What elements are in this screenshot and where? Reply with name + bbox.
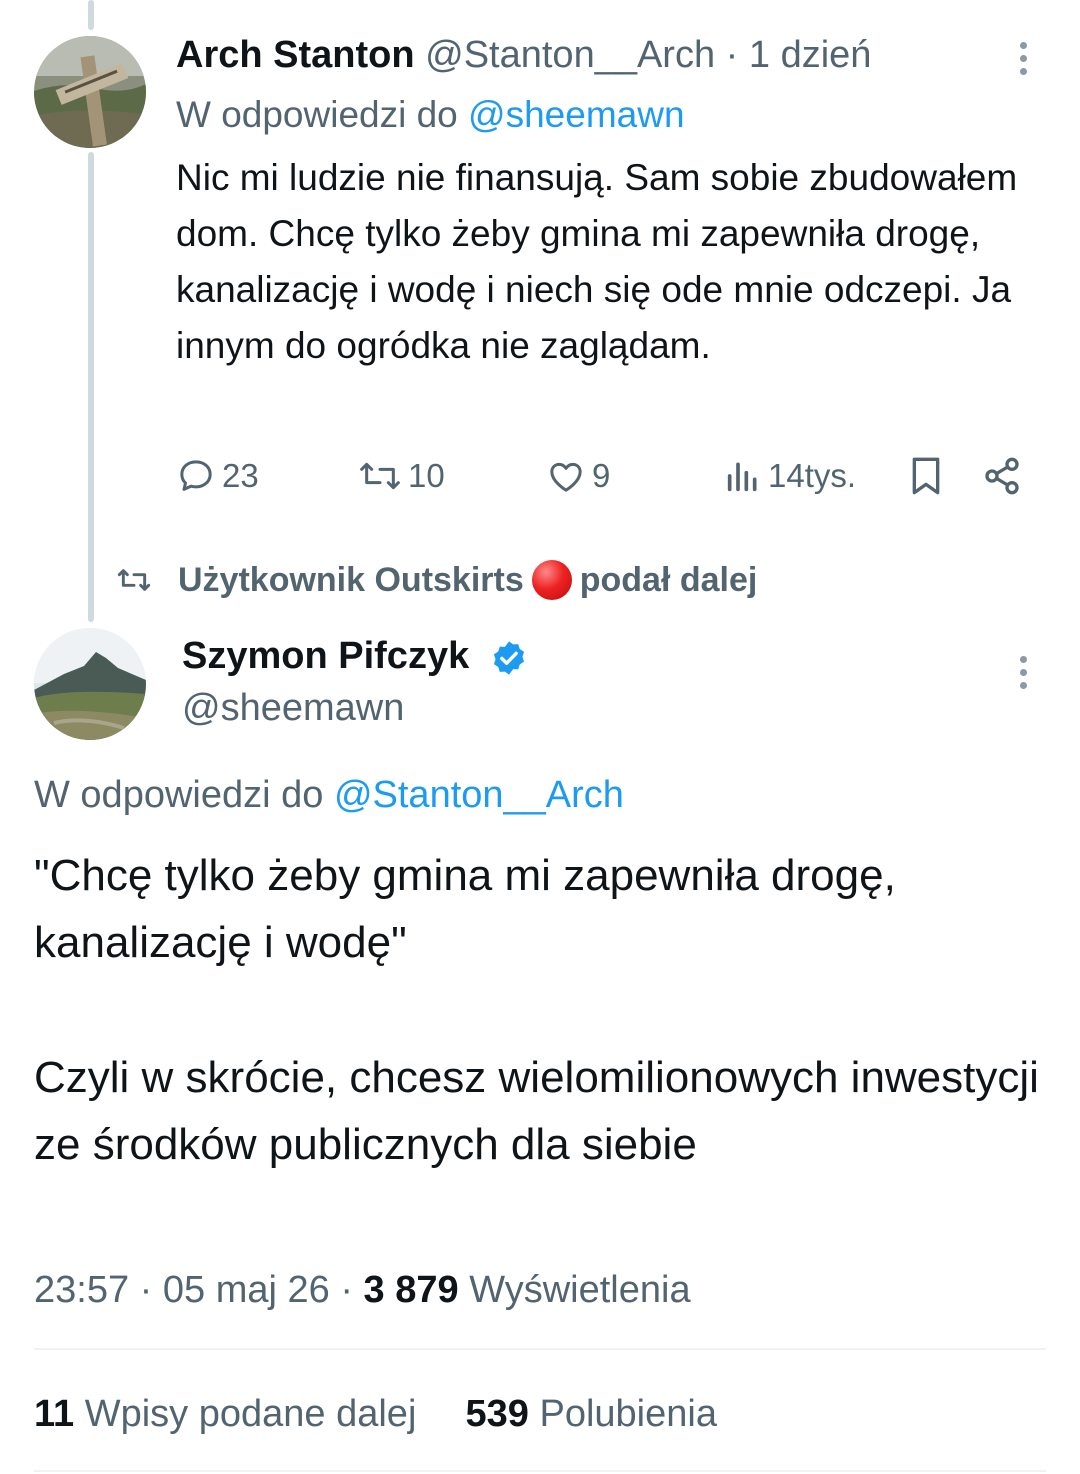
more-icon[interactable] xyxy=(1020,42,1028,81)
reposts-stat[interactable]: 11 Wpisy podane dalej xyxy=(34,1393,427,1435)
reply-prefix: W odpowiedzi do xyxy=(34,774,324,816)
bookmark-icon xyxy=(912,457,940,495)
views-icon xyxy=(727,462,757,492)
share-icon xyxy=(985,457,1019,495)
like-button[interactable]: 9 xyxy=(546,456,610,496)
repost-button[interactable]: 10 xyxy=(358,456,445,496)
author-handle[interactable]: @sheemawn xyxy=(182,682,404,734)
like-count: 9 xyxy=(592,457,611,494)
reply-to-link[interactable]: @Stanton__Arch xyxy=(334,774,624,816)
likes-count: 539 xyxy=(465,1393,529,1435)
thread-line-top xyxy=(88,0,94,30)
reply-icon xyxy=(180,460,212,491)
reply-context: W odpowiedzi do @Stanton__Arch xyxy=(34,770,624,820)
tweet-meta: 23:57 · 05 maj 26 · 3 879 Wyświetlenia xyxy=(34,1264,691,1316)
engagement-stats: 11 Wpisy podane dalej 539 Polubienia xyxy=(34,1388,717,1440)
verified-badge-icon xyxy=(493,641,524,675)
reposts-count: 11 xyxy=(34,1393,75,1435)
reply-count: 23 xyxy=(222,457,259,494)
likes-stat[interactable]: 539 Polubienia xyxy=(466,1393,717,1435)
action-bar: 23 10 9 14tys. xyxy=(176,452,1036,502)
repost-icon xyxy=(360,462,400,490)
reposts-label: Wpisy podane dalej xyxy=(84,1393,417,1435)
repost-suffix: podał dalej xyxy=(579,560,758,599)
reply-context: W odpowiedzi do @sheemawn xyxy=(176,90,685,140)
tweet-date[interactable]: 05 maj 26 xyxy=(163,1269,330,1311)
more-icon[interactable] xyxy=(1020,656,1028,695)
views-count: 3 879 xyxy=(363,1269,459,1311)
thread-line xyxy=(88,152,94,622)
tweet-header: Arch Stanton @Stanton__Arch · 1 dzień xyxy=(176,30,871,80)
repost-icon xyxy=(117,569,151,591)
separator-dot: · xyxy=(340,1269,353,1311)
views-count: 14tys. xyxy=(768,457,857,494)
tweet-text-paragraph-1: "Chcę tylko żeby gmina mi zapewniła drog… xyxy=(34,851,896,967)
tweet-time[interactable]: 23:57 xyxy=(34,1269,129,1311)
avatar-image-cross xyxy=(34,36,146,148)
avatar[interactable] xyxy=(34,36,146,148)
likes-label: Polubienia xyxy=(539,1393,717,1435)
separator-dot: · xyxy=(139,1269,153,1311)
author-block: Szymon Pifczyk xyxy=(182,630,528,682)
tweet-text-paragraph-2: Czyli w skrócie, chcesz wielomilionowych… xyxy=(34,1053,1039,1169)
reply-prefix: W odpowiedzi do xyxy=(176,94,458,135)
tweet-text: Nic mi ludzie nie finansują. Sam sobie z… xyxy=(176,157,1018,366)
share-button[interactable] xyxy=(982,454,1022,498)
repost-count: 10 xyxy=(408,457,445,494)
like-icon xyxy=(550,462,582,492)
divider xyxy=(34,1470,1046,1472)
reply-button[interactable]: 23 xyxy=(176,456,259,496)
separator-dot: · xyxy=(725,34,739,76)
author-name[interactable]: Arch Stanton xyxy=(176,34,415,76)
views-button[interactable]: 14tys. xyxy=(724,456,856,496)
reply-to-link[interactable]: @sheemawn xyxy=(468,94,685,135)
bookmark-button[interactable] xyxy=(906,454,946,498)
tweet-time[interactable]: 1 dzień xyxy=(749,34,872,76)
red-circle-emoji xyxy=(531,560,572,600)
repost-user[interactable]: Użytkownik Outskirts xyxy=(178,561,524,600)
avatar[interactable] xyxy=(34,628,146,740)
author-name[interactable]: Szymon Pifczyk xyxy=(182,635,469,677)
author-handle[interactable]: @Stanton__Arch xyxy=(425,34,715,76)
views-label: Wyświetlenia xyxy=(469,1269,691,1311)
divider xyxy=(34,1348,1046,1350)
repost-context: Użytkownik Outskirts podał dalej xyxy=(116,560,757,600)
avatar-image-mountain xyxy=(34,628,146,740)
